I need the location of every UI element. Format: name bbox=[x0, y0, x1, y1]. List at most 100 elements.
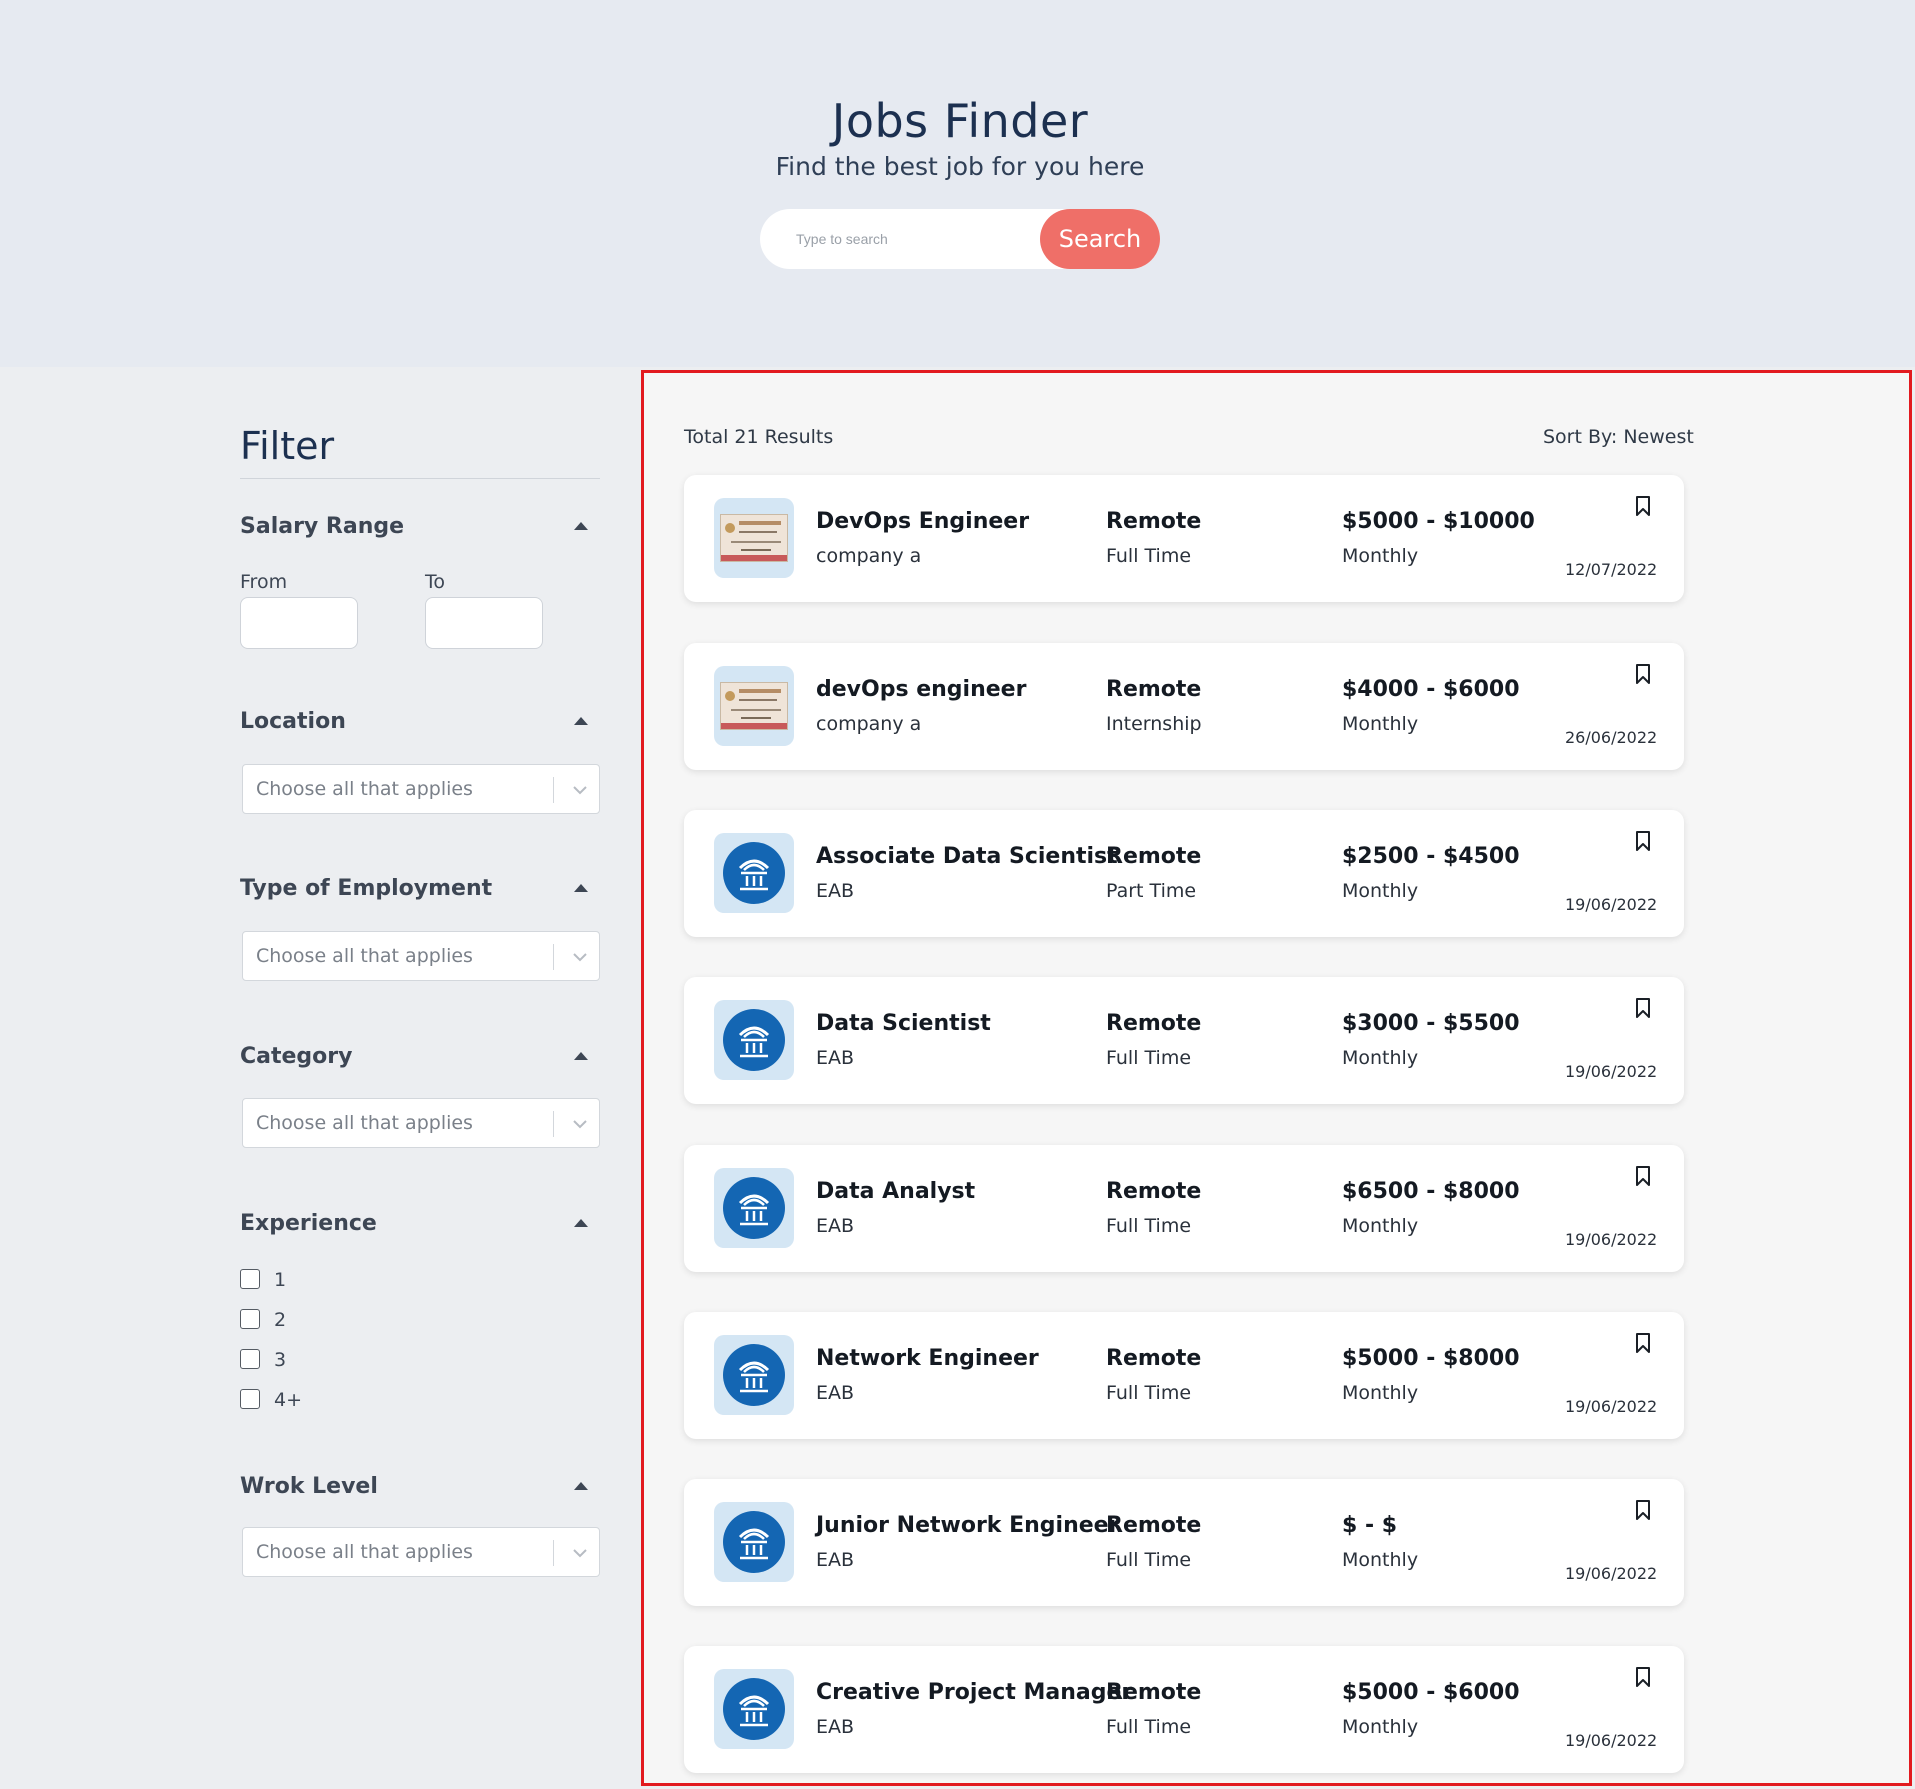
salary-range: $2500 - $4500 bbox=[1342, 844, 1520, 869]
job-location: Remote bbox=[1106, 1011, 1202, 1036]
company-name: EAB bbox=[816, 1716, 855, 1738]
job-card[interactable]: Associate Data Scientist EAB Remote Part Ti… bbox=[684, 810, 1684, 937]
experience-checkbox[interactable] bbox=[240, 1349, 260, 1369]
building-icon bbox=[738, 1695, 770, 1727]
eab-logo-circle bbox=[723, 1678, 785, 1740]
category-select[interactable]: Choose all that applies bbox=[242, 1098, 600, 1148]
page-subtitle: Find the best job for you here bbox=[775, 152, 1145, 181]
employment-select[interactable]: Choose all that applies bbox=[242, 931, 600, 981]
salary-range: $6500 - $8000 bbox=[1342, 1179, 1520, 1204]
work-level-header[interactable]: Wrok Level bbox=[240, 1472, 590, 1502]
building-icon bbox=[738, 1361, 770, 1393]
experience-option-label: 1 bbox=[274, 1269, 287, 1291]
salary-period: Monthly bbox=[1342, 1549, 1419, 1571]
salary-range: $3000 - $5500 bbox=[1342, 1011, 1520, 1036]
location-select[interactable]: Choose all that applies bbox=[242, 764, 600, 814]
job-title[interactable]: devOps engineer bbox=[816, 677, 1026, 702]
eab-logo-circle bbox=[723, 1344, 785, 1406]
job-title[interactable]: Junior Network Engineer bbox=[816, 1513, 1119, 1538]
eab-logo-circle bbox=[723, 842, 785, 904]
filter-title: Filter bbox=[240, 424, 335, 468]
salary-range: $5000 - $8000 bbox=[1342, 1346, 1520, 1371]
company-name: EAB bbox=[816, 1549, 855, 1571]
sort-dropdown[interactable]: Sort By: Newest bbox=[1543, 426, 1694, 448]
location-placeholder: Choose all that applies bbox=[256, 778, 473, 800]
company-name: EAB bbox=[816, 880, 855, 902]
job-title[interactable]: Data Scientist bbox=[816, 1011, 991, 1036]
bookmark-icon[interactable] bbox=[1634, 1666, 1652, 1688]
location-header[interactable]: Location bbox=[240, 707, 590, 737]
caret-up-icon bbox=[574, 717, 588, 725]
search-button[interactable]: Search bbox=[1040, 209, 1160, 269]
job-card[interactable]: Junior Network Engineer EAB Remote Full Tim… bbox=[684, 1479, 1684, 1606]
salary-range: $ - $ bbox=[1342, 1513, 1398, 1538]
salary-period: Monthly bbox=[1342, 1047, 1419, 1069]
employment-type: Full Time bbox=[1106, 1215, 1192, 1237]
job-location: Remote bbox=[1106, 844, 1202, 869]
job-card[interactable]: Data Scientist EAB Remote Full Time $3000 - … bbox=[684, 977, 1684, 1104]
salary-range: $5000 - $10000 bbox=[1342, 509, 1535, 534]
building-icon bbox=[738, 859, 770, 891]
experience-checkbox[interactable] bbox=[240, 1309, 260, 1329]
posted-date: 19/06/2022 bbox=[1565, 1062, 1658, 1081]
category-header[interactable]: Category bbox=[240, 1042, 590, 1072]
caret-up-icon bbox=[574, 1052, 588, 1060]
company-name: EAB bbox=[816, 1215, 855, 1237]
salary-period: Monthly bbox=[1342, 545, 1419, 567]
caret-up-icon bbox=[574, 522, 588, 530]
eab-logo-circle bbox=[723, 1177, 785, 1239]
bookmark-icon[interactable] bbox=[1634, 495, 1652, 517]
work-level-placeholder: Choose all that applies bbox=[256, 1541, 473, 1563]
job-title[interactable]: Network Engineer bbox=[816, 1346, 1039, 1371]
salary-range-header[interactable]: Salary Range bbox=[240, 512, 590, 542]
job-card[interactable]: DevOps Engineer company a Remote Full Time $… bbox=[684, 475, 1684, 602]
experience-checkbox[interactable] bbox=[240, 1389, 260, 1409]
job-location: Remote bbox=[1106, 1346, 1202, 1371]
select-separator bbox=[553, 944, 554, 970]
results-count: Total 21 Results bbox=[684, 426, 834, 448]
caret-up-icon bbox=[574, 1219, 588, 1227]
job-title[interactable]: Data Analyst bbox=[816, 1179, 975, 1204]
bookmark-icon[interactable] bbox=[1634, 1499, 1652, 1521]
employment-type: Full Time bbox=[1106, 1047, 1192, 1069]
page-title: Jobs Finder bbox=[831, 94, 1089, 148]
job-card[interactable]: Data Analyst EAB Remote Full Time $6500 - $8… bbox=[684, 1145, 1684, 1272]
bookmark-icon[interactable] bbox=[1634, 1165, 1652, 1187]
work-level-label: Wrok Level bbox=[240, 1474, 378, 1499]
job-location: Remote bbox=[1106, 1680, 1202, 1705]
job-location: Remote bbox=[1106, 1179, 1202, 1204]
salary-from-input[interactable] bbox=[240, 597, 358, 649]
employment-type: Part Time bbox=[1106, 880, 1197, 902]
chevron-down-icon bbox=[573, 953, 587, 962]
salary-period: Monthly bbox=[1342, 1716, 1419, 1738]
experience-header[interactable]: Experience bbox=[240, 1209, 590, 1239]
chevron-down-icon bbox=[573, 1120, 587, 1129]
employment-type: Full Time bbox=[1106, 545, 1192, 567]
chevron-down-icon bbox=[573, 1549, 587, 1558]
company-logo bbox=[714, 833, 794, 913]
bookmark-icon[interactable] bbox=[1634, 830, 1652, 852]
employment-header[interactable]: Type of Employment bbox=[240, 874, 590, 904]
salary-range: $4000 - $6000 bbox=[1342, 677, 1520, 702]
company-name: EAB bbox=[816, 1382, 855, 1404]
job-title[interactable]: Associate Data Scientist bbox=[816, 844, 1118, 869]
posted-date: 26/06/2022 bbox=[1565, 728, 1658, 747]
bookmark-icon[interactable] bbox=[1634, 663, 1652, 685]
job-card[interactable]: Creative Project Manager EAB Remote Full Ti… bbox=[684, 1646, 1684, 1773]
job-card[interactable]: devOps engineer company a Remote Internship… bbox=[684, 643, 1684, 770]
company-logo bbox=[714, 1000, 794, 1080]
work-level-select[interactable]: Choose all that applies bbox=[242, 1527, 600, 1577]
experience-option-label: 3 bbox=[274, 1349, 287, 1371]
bookmark-icon[interactable] bbox=[1634, 1332, 1652, 1354]
search-input[interactable] bbox=[796, 225, 1036, 253]
hero-header: Jobs Finder Find the best job for you he… bbox=[0, 0, 1915, 367]
job-title[interactable]: DevOps Engineer bbox=[816, 509, 1029, 534]
job-title[interactable]: Creative Project Manager bbox=[816, 1680, 1132, 1705]
select-separator bbox=[553, 1111, 554, 1137]
company-name: EAB bbox=[816, 1047, 855, 1069]
bookmark-icon[interactable] bbox=[1634, 997, 1652, 1019]
salary-to-input[interactable] bbox=[425, 597, 543, 649]
experience-checkbox[interactable] bbox=[240, 1269, 260, 1289]
job-card[interactable]: Network Engineer EAB Remote Full Time $5000 … bbox=[684, 1312, 1684, 1439]
salary-to-label: To bbox=[425, 571, 446, 593]
